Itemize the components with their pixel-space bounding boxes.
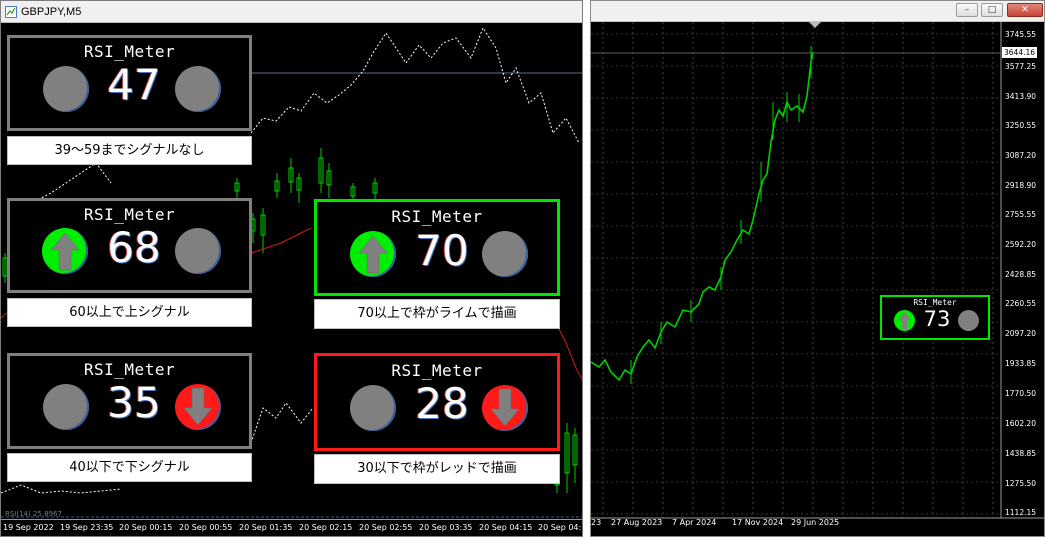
caption-up-signal: 60以上で上シグナル: [7, 298, 252, 327]
time-tick: 29 Jun 2025: [791, 518, 840, 527]
time-tick: 20 Sep 03:35: [419, 523, 473, 532]
current-price-tag: 3644.16: [1002, 47, 1038, 58]
down-arrow-icon: [482, 385, 528, 431]
caption-red-frame: 30以下で枠がレッドで描画: [314, 454, 560, 484]
neutral-circle-icon: [350, 385, 396, 431]
rsi-value: 73: [923, 307, 951, 331]
rsi-meter-mini: RSI_Meter 73: [880, 295, 990, 340]
time-tick: 27 Aug 2023: [611, 518, 663, 527]
price-tick: 3577.25: [1005, 62, 1037, 71]
right-window-titlebar[interactable]: – □ ✕: [591, 1, 1044, 22]
price-tick: 2755.55: [1005, 210, 1037, 219]
price-tick: 2918.90: [1005, 181, 1037, 190]
up-arrow-icon: [42, 228, 88, 274]
price-tick: 2097.20: [1005, 329, 1037, 338]
rsi-meter-panel-47: RSI_Meter 47: [7, 35, 252, 131]
neutral-circle-icon: [175, 228, 221, 274]
price-tick: 1275.50: [1005, 479, 1037, 488]
meter-title: RSI_Meter: [391, 207, 483, 226]
rsi-value: 70: [415, 226, 469, 275]
price-tick: 1602.20: [1005, 419, 1037, 428]
caption-lime-frame: 70以上で枠がライムで描画: [314, 299, 560, 329]
right-chart-window[interactable]: – □ ✕ 3644.16 3745.55 3577.25 3413.90 32…: [590, 0, 1045, 537]
minimize-button[interactable]: –: [956, 3, 978, 17]
neutral-circle-icon: [175, 66, 221, 112]
left-window-titlebar[interactable]: GBPJPY,M5: [1, 1, 582, 23]
time-tick: 7 Apr 2024: [672, 518, 717, 527]
price-tick: 1770.50: [1005, 389, 1037, 398]
neutral-circle-icon: [43, 384, 89, 430]
time-tick: 19 Sep 2022: [3, 523, 54, 532]
down-arrow-icon: [175, 384, 221, 430]
chart-window-icon: [5, 6, 17, 18]
rsi-meter-panel-70: RSI_Meter 70: [314, 199, 560, 296]
price-tick: 3087.20: [1005, 151, 1037, 160]
caption-no-signal: 39～59までシグナルなし: [7, 136, 252, 165]
up-arrow-icon: [350, 231, 396, 277]
time-tick: 23: [591, 518, 602, 527]
meter-title: RSI_Meter: [83, 42, 176, 61]
rsi-value: 35: [107, 378, 161, 427]
rsi-value: 28: [415, 379, 469, 428]
time-tick: 20 Sep 02:55: [359, 523, 413, 532]
time-tick: 20 Sep 04:15: [479, 523, 533, 532]
neutral-circle-icon: [958, 310, 979, 331]
time-tick: 19 Sep 23:35: [60, 523, 114, 532]
price-tick: 3250.55: [1005, 121, 1037, 130]
rsi-value: 68: [107, 223, 161, 272]
meter-title: RSI_Meter: [391, 361, 483, 380]
right-price-chart[interactable]: [591, 22, 1045, 537]
time-tick: 20 Sep 01:35: [239, 523, 293, 532]
left-window-title: GBPJPY,M5: [21, 6, 82, 18]
price-tick: 1112.15: [1005, 508, 1037, 517]
price-tick: 3745.55: [1005, 30, 1037, 39]
price-tick: 2428.85: [1005, 270, 1037, 279]
time-tick: 20 Sep 00:15: [119, 523, 173, 532]
price-tick: 3413.90: [1005, 92, 1037, 101]
time-tick: 17 Nov 2024: [732, 518, 784, 527]
rsi-meter-panel-28: RSI_Meter 28: [314, 353, 560, 451]
indicator-label: RSI(14) 25.8967: [5, 510, 62, 518]
time-tick: 20 Sep 02:15: [299, 523, 353, 532]
price-tick: 1933.85: [1005, 359, 1037, 368]
price-tick: 2592.20: [1005, 240, 1037, 249]
price-tick: 2260.55: [1005, 299, 1037, 308]
left-time-axis: 19 Sep 2022 19 Sep 23:35 20 Sep 00:15 20…: [1, 519, 582, 536]
rsi-meter-panel-68: RSI_Meter 68: [7, 198, 252, 293]
maximize-button[interactable]: □: [981, 3, 1003, 17]
neutral-circle-icon: [482, 231, 528, 277]
caption-down-signal: 40以下で下シグナル: [7, 453, 252, 482]
close-button[interactable]: ✕: [1007, 3, 1043, 17]
neutral-circle-icon: [43, 66, 89, 112]
time-tick: 20 Sep 04:: [538, 523, 582, 532]
left-chart-window[interactable]: GBPJPY,M5 RSI_Meter 47 39～59までシグナルなし RSI…: [0, 0, 583, 537]
rsi-value: 47: [107, 60, 161, 109]
time-tick: 20 Sep 00:55: [179, 523, 233, 532]
price-tick: 1438.85: [1005, 449, 1037, 458]
rsi-meter-panel-35: RSI_Meter 35: [7, 353, 252, 449]
meter-title: RSI_Meter: [83, 360, 176, 379]
up-arrow-icon: [894, 310, 915, 331]
meter-title: RSI_Meter: [913, 298, 957, 307]
meter-title: RSI_Meter: [83, 205, 176, 224]
